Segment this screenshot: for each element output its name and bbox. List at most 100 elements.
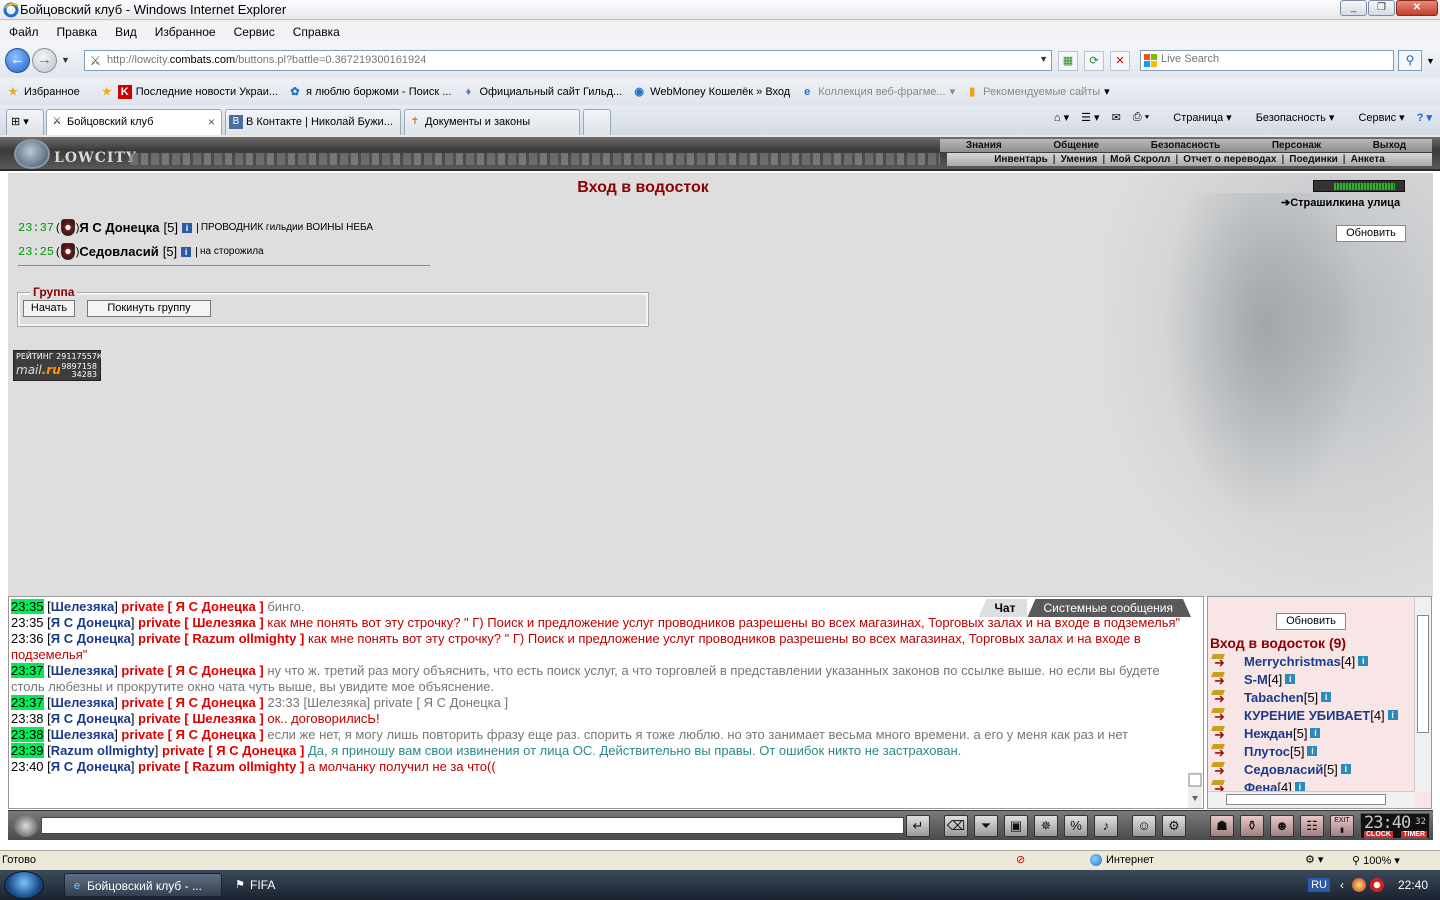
message-time[interactable]: 23:40 — [11, 759, 44, 774]
menu-file[interactable]: Файл — [0, 25, 48, 39]
fav-item-suggested[interactable]: ▮ Рекомендуемые сайты ▾ — [965, 85, 1110, 99]
message-sender[interactable]: Шелезяка — [51, 599, 114, 614]
user-row[interactable]: КУРЕНИЕ УБИВАЕТ[4]i — [1210, 707, 1398, 725]
tab-chat[interactable]: Чат — [978, 599, 1028, 617]
users-vertical-scrollbar[interactable] — [1414, 597, 1431, 792]
message-sender[interactable]: Шелезяка — [51, 695, 114, 710]
menu-view[interactable]: Вид — [106, 25, 146, 39]
player-name[interactable]: Седовласий — [79, 244, 158, 259]
info-icon[interactable]: i — [1310, 728, 1321, 738]
nav-battles[interactable]: Поединки — [1284, 153, 1343, 166]
antivirus-icon[interactable] — [1369, 878, 1384, 892]
message-time[interactable]: 23:38 — [11, 711, 44, 726]
message-sender[interactable]: Шелезяка — [51, 663, 114, 678]
user-row[interactable]: Плутос[5]i — [1210, 743, 1318, 761]
user-row[interactable]: S-M[4]i — [1210, 671, 1296, 689]
private-message-icon[interactable] — [1210, 761, 1232, 779]
user-row[interactable]: Merrychristmas[4]i — [1210, 653, 1369, 671]
address-dropdown-icon[interactable]: ▼ — [1039, 54, 1048, 64]
chat-input[interactable] — [41, 817, 904, 834]
user-row[interactable]: Седовласий[5]i — [1210, 761, 1351, 779]
message-time[interactable]: 23:37 — [11, 695, 44, 710]
maximize-button[interactable]: ❐ — [1368, 0, 1395, 16]
user-name[interactable]: КУРЕНИЕ УБИВАЕТ — [1244, 708, 1370, 723]
nav-character[interactable]: Персонаж — [1272, 139, 1321, 152]
user-name[interactable]: Седовласий — [1244, 762, 1323, 777]
message-time[interactable]: 23:39 — [11, 743, 44, 758]
clock-label[interactable]: CLOCK — [1364, 831, 1393, 838]
message-sender[interactable]: Я С Донецка — [51, 759, 131, 774]
tab-documents[interactable]: ✝ Документы и законы — [404, 109, 580, 135]
save-log-icon[interactable]: ▣ — [1004, 815, 1028, 837]
message-sender[interactable]: Шелезяка — [51, 727, 114, 742]
location-exit-link[interactable]: ➔Страшилкина улица — [1281, 196, 1400, 209]
nav-transfers[interactable]: Отчет о переводах — [1178, 153, 1281, 166]
private-message-icon[interactable] — [1210, 671, 1232, 689]
user-name[interactable]: Merrychristmas — [1244, 654, 1341, 669]
private-recipient[interactable]: private [ Я С Донецка ] — [162, 743, 304, 758]
info-icon[interactable]: i — [1358, 656, 1369, 666]
eraser-icon[interactable]: ⌫ — [944, 815, 968, 837]
language-indicator[interactable]: RU — [1308, 878, 1330, 892]
fav-item-search[interactable]: ✿ я люблю боржоми - Поиск ... — [288, 85, 451, 99]
close-window-button[interactable]: ✕ — [1396, 0, 1438, 16]
tab-vkontakte[interactable]: B В Контакте | Николай Бужи... — [225, 109, 401, 135]
user-name[interactable]: Неждан — [1244, 726, 1293, 741]
send-icon[interactable]: ↵ — [906, 815, 930, 837]
mask-icon[interactable]: ☻ — [1270, 815, 1294, 837]
filter-icon[interactable]: ⏷ — [974, 815, 998, 837]
private-message-icon[interactable] — [1210, 653, 1232, 671]
timer-label[interactable]: TIMER — [1401, 831, 1427, 838]
minimize-button[interactable]: _ — [1340, 0, 1367, 16]
tray-expand-icon[interactable]: ‹ — [1340, 878, 1344, 892]
favorites-button[interactable]: ★ Избранное — [6, 85, 80, 99]
location-refresh-button[interactable]: Обновить — [1336, 225, 1406, 242]
fighter-icon[interactable]: ✵ — [1034, 815, 1058, 837]
search-icon[interactable]: ⚲ — [1398, 50, 1422, 71]
private-message-icon[interactable] — [1210, 689, 1232, 707]
search-field[interactable] — [1140, 50, 1394, 71]
menu-tools[interactable]: Сервис — [225, 25, 284, 39]
forward-button[interactable]: → — [32, 48, 57, 73]
message-sender[interactable]: Я С Донецка — [51, 615, 131, 630]
private-message-icon[interactable] — [1210, 707, 1232, 725]
user-name[interactable]: Tabachen — [1244, 690, 1304, 705]
fav-item-webmoney[interactable]: ◉ WebMoney Кошелёк » Вход — [632, 85, 790, 99]
info-icon[interactable]: i — [181, 222, 192, 233]
nav-skills[interactable]: Умения — [1056, 153, 1103, 166]
start-button[interactable] — [4, 871, 44, 899]
nav-exit[interactable]: Выход — [1373, 139, 1406, 152]
private-recipient[interactable]: private [ Razum ollmighty ] — [138, 631, 304, 646]
protected-mode-icon[interactable]: ⚙ ▾ — [1305, 853, 1323, 866]
users-horizontal-scrollbar[interactable] — [1208, 791, 1415, 808]
clans-icon[interactable]: ☗ — [1210, 815, 1234, 837]
user-name[interactable]: Плутос — [1244, 744, 1290, 759]
tab-system-messages[interactable]: Системные сообщения — [1027, 599, 1191, 617]
feeds-icon[interactable]: ☰ ▾ — [1081, 111, 1099, 124]
chat-avatar-icon[interactable] — [14, 815, 38, 837]
options-icon[interactable]: ⚙ — [1162, 815, 1186, 837]
fav-item-webslices[interactable]: e Коллекция веб-фрагме... ▾ — [800, 85, 955, 99]
clan-shield-icon[interactable] — [60, 243, 75, 260]
private-message-icon[interactable] — [1210, 725, 1232, 743]
taskbar-item-fifa[interactable]: ⚑ FIFA — [228, 873, 308, 897]
private-recipient[interactable]: private [ Я С Донецка ] — [121, 663, 263, 678]
private-recipient[interactable]: private [ Razum ollmighty ] — [138, 759, 304, 774]
smiley-icon[interactable]: ☺ — [1132, 815, 1156, 837]
info-icon[interactable]: i — [1307, 746, 1318, 756]
private-recipient[interactable]: private [ Шелезяка ] — [138, 615, 264, 630]
users-refresh-button[interactable]: Обновить — [1276, 613, 1346, 630]
message-time[interactable]: 23:35 — [11, 599, 44, 614]
translit-icon[interactable]: % — [1064, 815, 1088, 837]
message-sender[interactable]: Я С Донецка — [51, 711, 131, 726]
private-recipient[interactable]: private [ Шелезяка ] — [138, 711, 264, 726]
tab-fight-club[interactable]: ⚔ Бойцовский клуб × — [46, 109, 222, 135]
search-options-icon[interactable]: ▼ — [1426, 56, 1435, 66]
start-group-button[interactable]: Начать — [23, 300, 75, 317]
private-message-icon[interactable] — [1210, 743, 1232, 761]
home-icon[interactable]: ⌂ ▾ — [1054, 111, 1069, 124]
user-name[interactable]: S-M — [1244, 672, 1268, 687]
tray-app-icon[interactable] — [1351, 878, 1366, 892]
mail-icon[interactable]: ✉ — [1112, 111, 1121, 124]
back-button[interactable]: ← — [5, 48, 30, 73]
